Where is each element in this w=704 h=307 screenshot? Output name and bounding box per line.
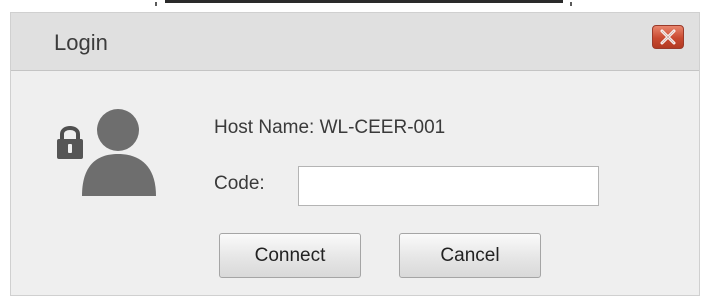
login-dialog: Login Host Name: WL-CEER-001 Code: Conne… xyxy=(10,12,700,296)
close-x-icon xyxy=(660,29,676,45)
background-bottom xyxy=(0,296,704,307)
background-tick xyxy=(155,2,157,6)
host-name-label: Host Name: WL-CEER-001 xyxy=(214,117,446,138)
code-input[interactable] xyxy=(298,166,599,206)
connect-button[interactable]: Connect xyxy=(219,233,361,278)
locked-user-icon xyxy=(57,109,156,196)
dialog-title: Login xyxy=(54,30,108,55)
background-left xyxy=(0,0,10,307)
background-top xyxy=(0,0,704,12)
dialog-titlebar[interactable]: Login xyxy=(11,13,699,71)
code-label: Code: xyxy=(214,173,265,194)
close-button[interactable] xyxy=(652,25,684,49)
background-bar xyxy=(165,0,563,3)
cancel-button[interactable]: Cancel xyxy=(399,233,541,278)
background-right xyxy=(700,0,704,307)
background-tick xyxy=(570,2,572,6)
